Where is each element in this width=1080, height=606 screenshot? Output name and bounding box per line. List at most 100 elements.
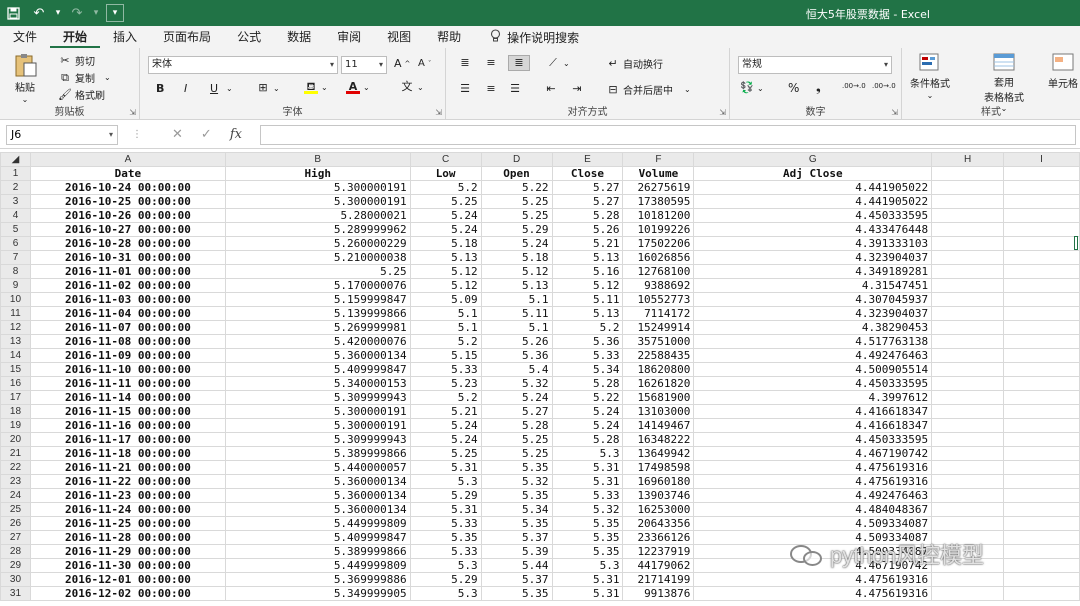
cell[interactable]: 13103000 xyxy=(622,404,695,419)
cell[interactable]: 5.409999847 xyxy=(224,362,411,377)
column-header-a[interactable]: A xyxy=(29,152,226,167)
row-header[interactable]: 24 xyxy=(0,488,31,503)
cell[interactable]: 2016-12-02 00:00:00 xyxy=(29,586,226,601)
font-launcher-icon[interactable]: ⇲ xyxy=(435,108,442,117)
cell[interactable]: 2016-11-07 00:00:00 xyxy=(29,320,226,335)
cell[interactable]: 7114172 xyxy=(622,306,695,321)
cell[interactable]: 4.484048367 xyxy=(693,502,933,517)
comma-style-button[interactable]: ❟ xyxy=(816,80,821,95)
cell-empty[interactable] xyxy=(931,390,1005,405)
cell-header-date[interactable]: Date xyxy=(29,166,226,181)
cell[interactable]: 4.416618347 xyxy=(693,418,933,433)
cell[interactable]: 4.416618347 xyxy=(693,404,933,419)
cell-empty[interactable] xyxy=(1003,376,1080,391)
row-header[interactable]: 14 xyxy=(0,348,31,363)
cell[interactable]: 5.349999905 xyxy=(224,586,411,601)
cell-empty[interactable] xyxy=(1003,544,1080,559)
row-header[interactable]: 20 xyxy=(0,432,31,447)
cell[interactable]: 4.323904037 xyxy=(693,250,933,265)
font-color-button[interactable]: A ⌄ xyxy=(346,80,370,94)
row-header[interactable]: 31 xyxy=(0,586,31,601)
row-header[interactable]: 15 xyxy=(0,362,31,377)
cell-empty[interactable] xyxy=(931,292,1005,307)
cell[interactable]: 5.29 xyxy=(480,222,553,237)
cell[interactable]: 5.409999847 xyxy=(224,530,411,545)
cell[interactable]: 5.139999866 xyxy=(224,306,411,321)
cell[interactable]: 2016-11-14 00:00:00 xyxy=(29,390,226,405)
underline-dropdown-icon[interactable]: ⌄ xyxy=(226,84,233,93)
cell[interactable]: 5.260000229 xyxy=(224,236,411,251)
cell-empty[interactable] xyxy=(931,474,1005,489)
cell[interactable]: 5.22 xyxy=(480,180,553,195)
underline-button[interactable]: U xyxy=(210,82,218,95)
cell[interactable]: 5.28 xyxy=(551,376,624,391)
cell[interactable]: 5.360000134 xyxy=(224,474,411,489)
merge-center-button[interactable]: ⊟ 合并后居中 ⌄ xyxy=(606,82,690,98)
cell[interactable]: 10199226 xyxy=(622,222,695,237)
cell[interactable]: 16261820 xyxy=(622,376,695,391)
number-format-combo[interactable]: 常规 ▾ xyxy=(738,56,892,74)
row-header[interactable]: 13 xyxy=(0,334,31,349)
cell[interactable]: 5.24 xyxy=(480,390,553,405)
row-header[interactable]: 6 xyxy=(0,236,31,251)
cell[interactable]: 5.24 xyxy=(409,432,482,447)
confirm-entry-icon[interactable]: ✓ xyxy=(201,127,212,142)
cell[interactable]: 5.31 xyxy=(551,572,624,587)
cell-empty[interactable] xyxy=(1003,222,1080,237)
tab-file[interactable]: 文件 xyxy=(0,26,50,48)
select-all-corner[interactable]: ◢ xyxy=(0,152,31,167)
cell-styles-button[interactable]: 单元格 xyxy=(1048,52,1078,90)
alignment-launcher-icon[interactable]: ⇲ xyxy=(719,108,726,117)
cell[interactable]: 5.22 xyxy=(551,390,624,405)
cell[interactable]: 5.369999886 xyxy=(224,572,411,587)
cell[interactable]: 5.23 xyxy=(409,376,482,391)
tab-data[interactable]: 数据 xyxy=(274,26,324,48)
cell[interactable]: 14149467 xyxy=(622,418,695,433)
align-left-button[interactable]: ☰ xyxy=(458,82,472,96)
cell[interactable]: 5.28 xyxy=(551,432,624,447)
cell-empty[interactable] xyxy=(1003,558,1080,573)
cell[interactable]: 5.09 xyxy=(409,292,482,307)
cell[interactable]: 5.12 xyxy=(551,278,624,293)
cell[interactable]: 5.12 xyxy=(409,278,482,293)
row-header[interactable]: 25 xyxy=(0,502,31,517)
cell[interactable]: 2016-10-26 00:00:00 xyxy=(29,208,226,223)
cell[interactable]: 5.13 xyxy=(551,306,624,321)
cell[interactable]: 5.36 xyxy=(551,334,624,349)
cell[interactable]: 5.15 xyxy=(409,348,482,363)
undo-dropdown-icon[interactable]: ▾ xyxy=(52,2,64,24)
decrease-decimal-button[interactable]: .00→.0 xyxy=(872,82,896,90)
cell[interactable]: 4.475619316 xyxy=(693,460,933,475)
cell[interactable]: 4.3997612 xyxy=(693,390,933,405)
cell[interactable]: 5.300000191 xyxy=(224,180,411,195)
row-header[interactable]: 10 xyxy=(0,292,31,307)
column-header-h[interactable]: H xyxy=(931,152,1005,167)
insert-function-button[interactable]: fx xyxy=(230,127,242,142)
cell[interactable]: 5.35 xyxy=(480,586,553,601)
cell[interactable]: 5.21 xyxy=(409,404,482,419)
cell[interactable]: 5.32 xyxy=(480,474,553,489)
customize-toolbar-dropdown[interactable]: ▾ xyxy=(106,4,124,22)
wrap-text-button[interactable]: ↵ 自动换行 xyxy=(606,56,663,72)
row-header[interactable]: 1 xyxy=(0,166,31,181)
cell[interactable]: 5.35 xyxy=(551,530,624,545)
cell[interactable]: 5.31 xyxy=(551,474,624,489)
cell[interactable]: 5.32 xyxy=(551,502,624,517)
cell[interactable]: 15249914 xyxy=(622,320,695,335)
row-header[interactable]: 3 xyxy=(0,194,31,209)
cell[interactable]: 5.340000153 xyxy=(224,376,411,391)
tab-insert[interactable]: 插入 xyxy=(100,26,150,48)
cell[interactable]: 5.33 xyxy=(409,362,482,377)
cell-empty[interactable] xyxy=(931,278,1005,293)
cell[interactable]: 5.389999866 xyxy=(224,544,411,559)
column-header-i[interactable]: I xyxy=(1003,152,1080,167)
cell[interactable]: 5.28000021 xyxy=(224,208,411,223)
column-header-d[interactable]: D xyxy=(480,152,553,167)
column-header-e[interactable]: E xyxy=(551,152,624,167)
cell-empty[interactable] xyxy=(1003,586,1080,601)
cell[interactable]: 10181200 xyxy=(622,208,695,223)
cell[interactable]: 4.475619316 xyxy=(693,586,933,601)
cell[interactable]: 4.323904037 xyxy=(693,306,933,321)
format-painter-button[interactable]: 🖌 格式刷 xyxy=(58,87,105,103)
cell[interactable]: 5.449999809 xyxy=(224,558,411,573)
